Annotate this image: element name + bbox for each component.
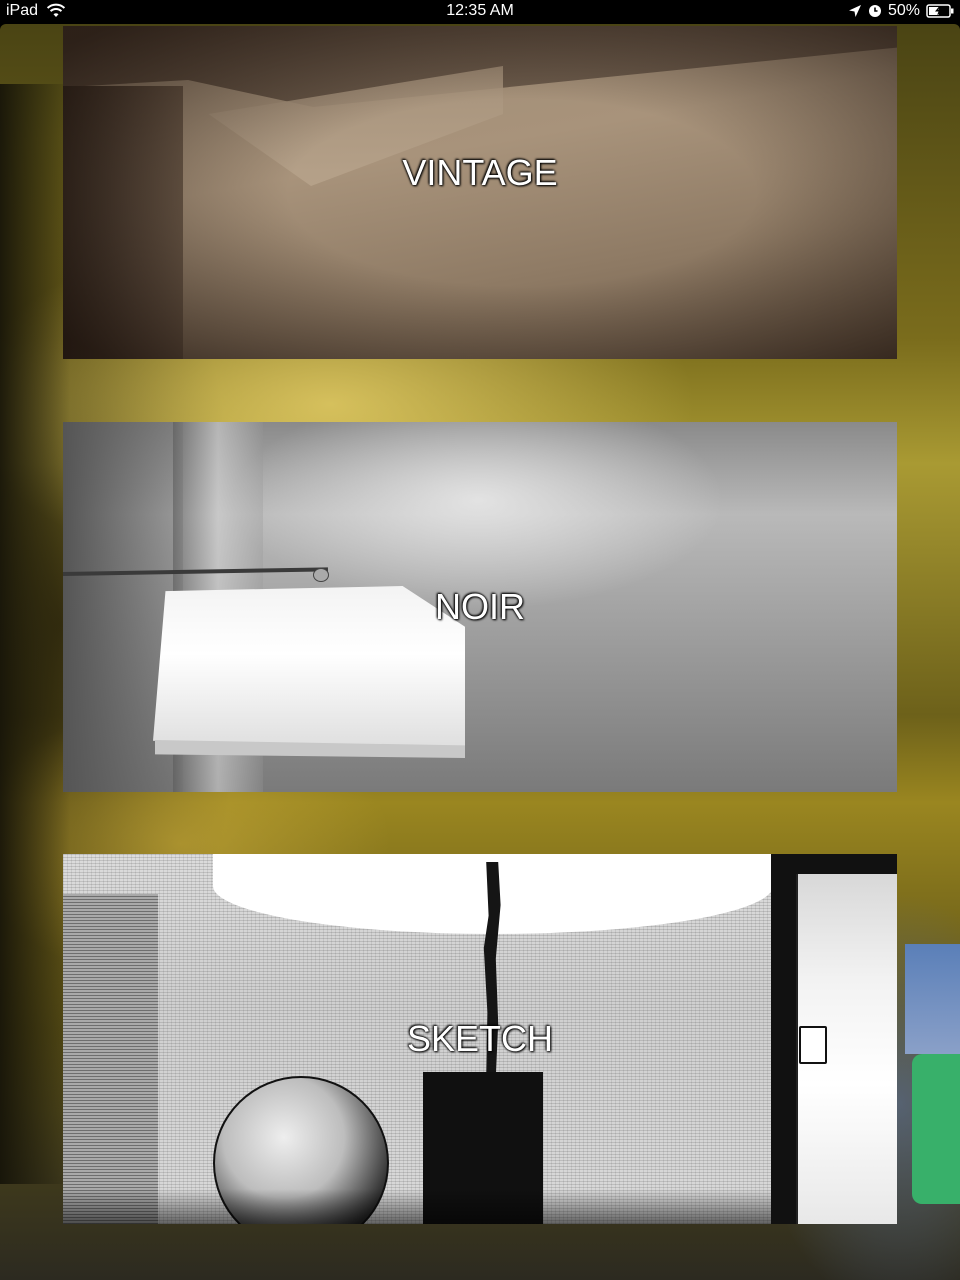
filter-card-noir[interactable]: NOIR [63,422,897,792]
status-time: 12:35 AM [446,2,514,19]
battery-percent: 50% [887,2,920,19]
screen: iPad 12:35 AM 50% VINTAGE NOIR SKETCH [0,0,960,1280]
filter-label: SKETCH [406,1018,554,1059]
preview-lamp-knob [313,568,329,582]
backdrop-highlight [905,944,960,1054]
filter-label: VINTAGE [402,152,558,193]
battery-charging-icon [926,4,954,18]
backdrop-highlight-green [912,1054,960,1204]
location-arrow-icon [848,4,862,18]
filter-label: NOIR [435,586,525,627]
alarm-clock-icon [868,4,882,18]
filter-card-sketch[interactable]: SKETCH [63,854,897,1224]
status-bar: iPad 12:35 AM 50% [0,0,960,24]
filter-card-vintage[interactable]: VINTAGE [63,26,897,359]
status-right: 50% [848,2,954,20]
backdrop-shadow [0,84,70,1184]
